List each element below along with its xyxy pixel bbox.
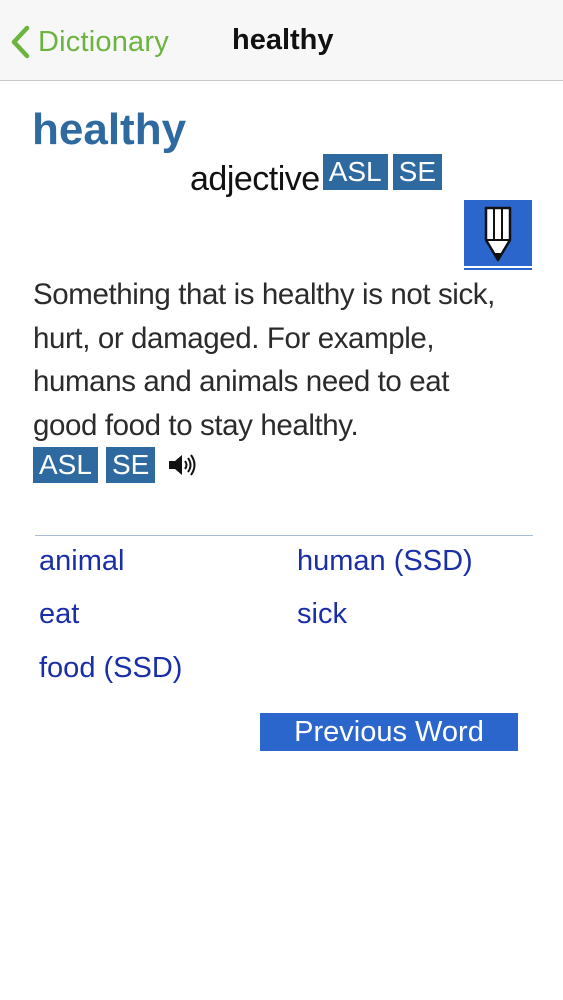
definition-asl-button[interactable]: ASL (33, 447, 98, 483)
pencil-button[interactable] (464, 200, 532, 272)
related-word-link[interactable]: sick (297, 596, 347, 632)
se-tag-button[interactable]: SE (392, 154, 442, 190)
definition-se-button[interactable]: SE (105, 447, 156, 483)
back-label: Dictionary (38, 25, 169, 58)
navigation-bar: Dictionary healthy (0, 0, 563, 81)
divider (35, 535, 533, 536)
previous-word-button[interactable]: Previous Word (260, 713, 518, 751)
back-button[interactable]: Dictionary (10, 20, 169, 64)
definition-media-row: ASL SE (33, 447, 197, 483)
definition-text: Something that is healthy is not sick, h… (33, 273, 543, 447)
related-word-link[interactable]: animal (39, 543, 124, 579)
definition-line: hurt, or damaged. For example, (33, 321, 435, 355)
chevron-left-icon (10, 25, 30, 59)
part-of-speech: adjective (190, 160, 320, 198)
part-of-speech-row: adjective ASL SE (190, 154, 442, 198)
definition-line: Something that is healthy is not sick, (33, 278, 495, 311)
pencil-icon (464, 200, 532, 270)
page-title: healthy (232, 24, 334, 56)
definition-line: good food to stay healthy. (33, 408, 359, 442)
speaker-icon[interactable] (167, 452, 197, 478)
asl-tag-button[interactable]: ASL (322, 154, 388, 190)
related-word-link[interactable]: human (SSD) (297, 543, 473, 579)
related-word-link[interactable]: food (SSD) (39, 650, 182, 686)
related-word-link[interactable]: eat (39, 596, 79, 632)
headword: healthy (32, 105, 187, 154)
definition-line: humans and animals need to eat (33, 365, 450, 398)
